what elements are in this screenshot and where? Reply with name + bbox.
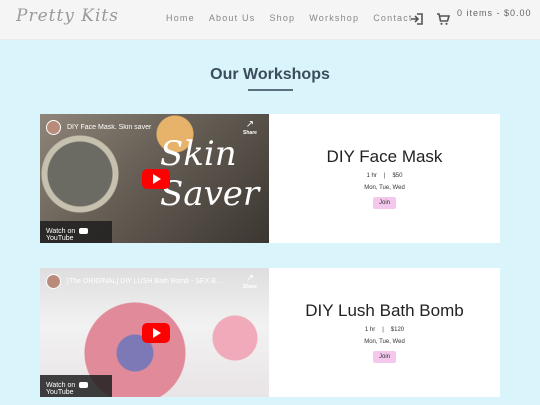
- watch-on-youtube[interactable]: Watch onYouTube: [40, 221, 112, 243]
- workshop-duration: 1 hr: [364, 327, 376, 333]
- workshop-meta: 1 hr | $120: [269, 327, 500, 333]
- login-icon[interactable]: [410, 12, 424, 26]
- youtube-icon: [79, 228, 89, 235]
- workshop-duration: 1 hr: [366, 173, 377, 179]
- video-overlay-text: Skin Saver: [160, 134, 260, 214]
- workshop-price: $120: [390, 327, 405, 333]
- youtube-label: YouTube: [46, 389, 74, 396]
- video-player[interactable]: [The ORIGINAL] DIY LUSH Bath Bomb - SEX …: [40, 268, 269, 397]
- video-title[interactable]: [The ORIGINAL] DIY LUSH Bath Bomb - SEX …: [67, 278, 227, 285]
- nav-about-us[interactable]: About Us: [209, 13, 256, 23]
- title-underline: [248, 89, 293, 91]
- workshop-name: DIY Lush Bath Bomb: [305, 301, 464, 320]
- cart-summary[interactable]: 0 items - $0.00: [457, 8, 532, 18]
- watch-label: Watch on: [46, 382, 76, 389]
- watch-label: Watch on: [46, 228, 76, 235]
- page-title: Our Workshops: [210, 66, 330, 83]
- nav-workshop[interactable]: Workshop: [309, 13, 359, 23]
- site-logo[interactable]: Pretty Kits: [16, 6, 119, 26]
- workshop-days: Mon, Tue, Wed: [364, 339, 405, 345]
- workshop-name: DIY Face Mask: [326, 147, 443, 166]
- channel-avatar[interactable]: [46, 120, 61, 135]
- youtube-icon: [79, 382, 89, 389]
- join-button[interactable]: Join: [372, 351, 396, 363]
- share-label: Share: [243, 284, 257, 290]
- share-icon[interactable]: ↗ Share: [241, 274, 259, 291]
- play-button[interactable]: [142, 169, 170, 189]
- cart-icon[interactable]: [436, 12, 450, 26]
- workshop-days: Mon, Tue, Wed: [364, 185, 405, 191]
- site-header: Pretty Kits Home About Us Shop Workshop …: [0, 0, 540, 40]
- youtube-label: YouTube: [46, 235, 74, 242]
- nav-home[interactable]: Home: [166, 13, 195, 23]
- meta-separator: |: [383, 173, 386, 179]
- workshop-info: DIY Lush Bath Bomb 1 hr | $120 Mon, Tue, W…: [269, 268, 500, 397]
- meta-separator: |: [382, 327, 384, 333]
- nav-contact[interactable]: Contact: [373, 13, 412, 23]
- watch-on-youtube[interactable]: Watch onYouTube: [40, 375, 112, 397]
- workshop-card: [The ORIGINAL] DIY LUSH Bath Bomb - SEX …: [40, 268, 500, 397]
- video-title[interactable]: DIY Face Mask. Skin saver: [67, 124, 227, 131]
- video-player[interactable]: DIY Face Mask. Skin saver ↗ Share Skin Sav…: [40, 114, 269, 243]
- workshop-card: DIY Face Mask. Skin saver ↗ Share Skin Sav…: [40, 114, 500, 243]
- channel-avatar[interactable]: [46, 274, 61, 289]
- workshop-price: $50: [392, 173, 403, 179]
- workshop-meta: 1 hr | $50: [269, 173, 500, 179]
- workshop-info: DIY Face Mask 1 hr | $50 Mon, Tue, Wed Joi…: [269, 114, 500, 243]
- play-button[interactable]: [142, 323, 170, 343]
- main-nav: Home About Us Shop Workshop Contact: [166, 13, 427, 23]
- join-button[interactable]: Join: [372, 197, 396, 209]
- nav-shop[interactable]: Shop: [269, 13, 295, 23]
